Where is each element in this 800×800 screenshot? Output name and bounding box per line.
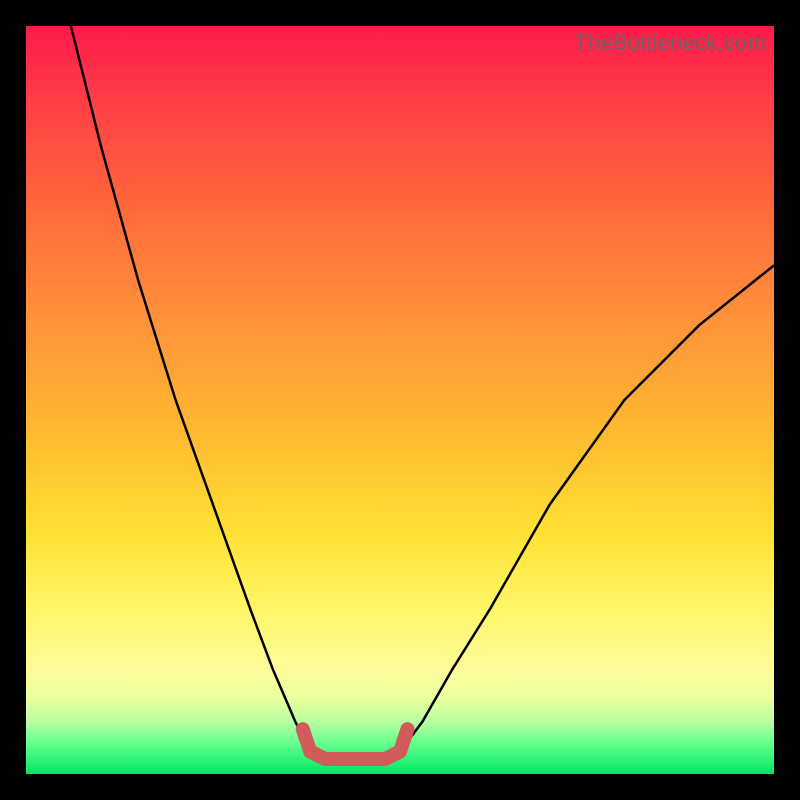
curve-highlight — [303, 729, 408, 759]
chart-frame: TheBottleneck.com — [0, 0, 800, 800]
curve-layer — [26, 26, 774, 774]
curve-left — [71, 26, 325, 759]
plot-area: TheBottleneck.com — [26, 26, 774, 774]
watermark-text: TheBottleneck.com — [574, 30, 766, 56]
curve-right — [385, 265, 774, 759]
